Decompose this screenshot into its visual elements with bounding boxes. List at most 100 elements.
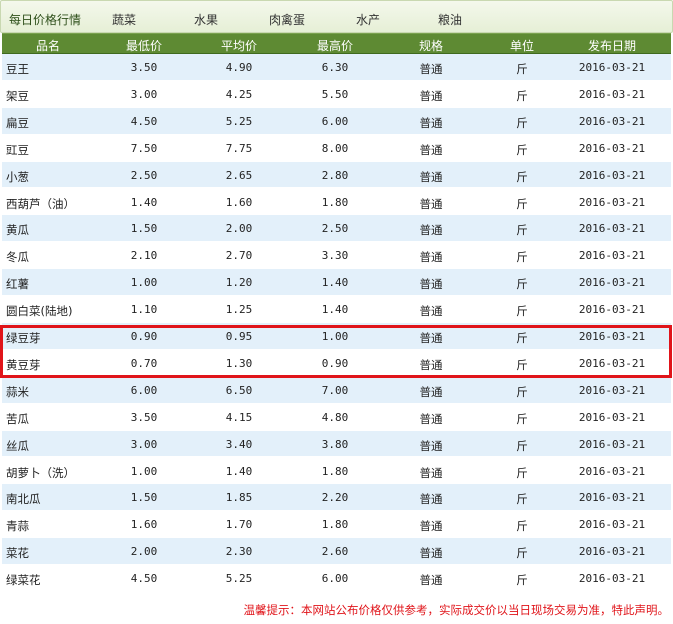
table-row[interactable]: 黄瓜 1.50 2.00 2.50 普通 斤 2016-03-21 — [2, 215, 671, 243]
cell-spec: 普通 — [419, 169, 443, 184]
cell-date: 2016-03-21 — [578, 356, 646, 370]
cell-max-price: 0.90 — [321, 356, 349, 370]
cell-max-price: 1.80 — [321, 195, 349, 209]
table-row[interactable]: 苦瓜 3.50 4.15 4.80 普通 斤 2016-03-21 — [2, 403, 671, 431]
cell-avg-price: 1.70 — [225, 518, 253, 532]
cell-unit: 斤 — [516, 62, 528, 76]
table-row[interactable]: 绿菜花 4.50 5.25 6.00 普通 斤 2016-03-21 — [2, 565, 671, 592]
table-row[interactable]: 豆王 3.50 4.90 6.30 普通 斤 2016-03-21 — [2, 54, 671, 81]
cell-date: 2016-03-21 — [578, 572, 646, 586]
cell-spec: 普通 — [419, 438, 443, 453]
table-row[interactable]: 架豆 3.00 4.25 5.50 普通 斤 2016-03-21 — [2, 80, 671, 108]
cell-max-price: 1.40 — [321, 303, 349, 317]
cell-unit: 斤 — [516, 546, 528, 561]
cell-min-price: 1.60 — [130, 518, 158, 532]
cell-spec: 普通 — [419, 196, 443, 211]
cell-date: 2016-03-21 — [578, 303, 646, 317]
cell-max-price: 2.50 — [321, 222, 349, 236]
table-row[interactable]: 圆白菜(陆地) 1.10 1.25 1.40 普通 斤 2016-03-21 — [2, 296, 671, 323]
cell-avg-price: 2.65 — [225, 168, 253, 182]
cell-spec: 普通 — [419, 492, 443, 507]
cell-max-price: 3.80 — [321, 437, 349, 451]
table-row[interactable]: 冬瓜 2.10 2.70 3.30 普通 斤 2016-03-21 — [2, 242, 671, 270]
cell-date: 2016-03-21 — [578, 276, 646, 290]
cell-min-price: 3.50 — [130, 61, 158, 74]
cell-date: 2016-03-21 — [578, 222, 646, 236]
table-row[interactable]: 红薯 1.00 1.20 1.40 普通 斤 2016-03-21 — [2, 269, 671, 297]
cell-min-price: 4.50 — [130, 572, 158, 586]
cell-min-price: 1.50 — [130, 491, 158, 505]
cell-min-price: 2.00 — [130, 545, 158, 559]
cell-product-name: 黄豆芽 — [6, 357, 41, 372]
cell-unit: 斤 — [516, 384, 528, 399]
cell-avg-price: 4.15 — [225, 410, 253, 424]
table-row[interactable]: 黄豆芽 0.70 1.30 0.90 普通 斤 2016-03-21 — [2, 349, 671, 377]
cell-spec: 普通 — [419, 250, 443, 265]
cell-avg-price: 1.60 — [225, 195, 253, 209]
cell-unit: 斤 — [516, 492, 528, 507]
table-row[interactable]: 丝瓜 3.00 3.40 3.80 普通 斤 2016-03-21 — [2, 430, 671, 458]
cell-date: 2016-03-21 — [578, 437, 646, 451]
cell-spec: 普通 — [419, 573, 443, 588]
table-row[interactable]: 西葫芦（油） 1.40 1.60 1.80 普通 斤 2016-03-21 — [2, 188, 671, 216]
table-row[interactable]: 扁豆 4.50 5.25 6.00 普通 斤 2016-03-21 — [2, 107, 671, 135]
table-row[interactable]: 蒜米 6.00 6.50 7.00 普通 斤 2016-03-21 — [2, 376, 671, 404]
cell-spec: 普通 — [419, 411, 443, 426]
cell-product-name: 小葱 — [6, 169, 29, 184]
table-row[interactable]: 胡萝卜（洗） 1.00 1.40 1.80 普通 斤 2016-03-21 — [2, 457, 671, 485]
nav-tab-grain-oil[interactable]: 粮油 — [438, 11, 462, 28]
table-row[interactable]: 小葱 2.50 2.65 2.80 普通 斤 2016-03-21 — [2, 161, 671, 189]
table-row[interactable]: 豇豆 7.50 7.75 8.00 普通 斤 2016-03-21 — [2, 134, 671, 162]
table-header: 品名 最低价 平均价 最高价 规格 单位 发布日期 — [2, 33, 671, 54]
cell-avg-price: 1.85 — [225, 491, 253, 505]
cell-avg-price: 1.40 — [225, 464, 253, 478]
header-spec: 规格 — [418, 39, 444, 53]
cell-min-price: 7.50 — [130, 141, 158, 155]
cell-min-price: 0.90 — [130, 330, 158, 343]
cell-product-name: 豆王 — [6, 62, 29, 76]
cell-min-price: 3.50 — [130, 410, 158, 424]
cell-min-price: 3.00 — [130, 437, 158, 451]
header-min-price: 最低价 — [125, 39, 163, 53]
cell-avg-price: 6.50 — [225, 383, 253, 397]
cell-min-price: 3.00 — [130, 87, 158, 101]
cell-spec: 普通 — [419, 357, 443, 372]
cell-spec: 普通 — [419, 304, 443, 319]
cell-product-name: 蒜米 — [6, 384, 29, 399]
cell-spec: 普通 — [419, 223, 443, 238]
header-avg-price: 平均价 — [220, 39, 258, 53]
cell-unit: 斤 — [516, 250, 528, 265]
nav-tab-vegetables[interactable]: 蔬菜 — [112, 11, 136, 28]
cell-max-price: 1.80 — [321, 464, 349, 478]
cell-avg-price: 4.25 — [225, 87, 253, 101]
cell-product-name: 绿菜花 — [6, 573, 41, 588]
cell-date: 2016-03-21 — [578, 61, 646, 74]
cell-spec: 普通 — [419, 384, 443, 399]
header-max-price: 最高价 — [316, 39, 354, 53]
cell-spec: 普通 — [419, 277, 443, 292]
cell-unit: 斤 — [516, 304, 528, 319]
cell-spec: 普通 — [419, 142, 443, 157]
cell-avg-price: 2.70 — [225, 249, 253, 263]
table-row[interactable]: 青蒜 1.60 1.70 1.80 普通 斤 2016-03-21 — [2, 511, 671, 539]
table-row[interactable]: 菜花 2.00 2.30 2.60 普通 斤 2016-03-21 — [2, 538, 671, 566]
cell-avg-price: 3.40 — [225, 437, 253, 451]
cell-max-price: 8.00 — [321, 141, 349, 155]
cell-date: 2016-03-21 — [578, 168, 646, 182]
nav-tab-fruits[interactable]: 水果 — [194, 11, 218, 28]
cell-product-name: 架豆 — [6, 88, 29, 103]
cell-avg-price: 1.30 — [225, 356, 253, 370]
cell-min-price: 0.70 — [130, 356, 158, 370]
cell-avg-price: 1.20 — [225, 276, 253, 290]
cell-date: 2016-03-21 — [578, 383, 646, 397]
cell-spec: 普通 — [419, 519, 443, 534]
cell-unit: 斤 — [516, 115, 528, 130]
table-row[interactable]: 绿豆芽 0.90 0.95 1.00 普通 斤 2016-03-21 — [2, 323, 671, 350]
cell-date: 2016-03-21 — [578, 141, 646, 155]
nav-tab-meat-poultry-eggs[interactable]: 肉禽蛋 — [269, 11, 305, 28]
nav-tab-aquatic[interactable]: 水产 — [356, 11, 380, 28]
cell-avg-price: 2.30 — [225, 545, 253, 559]
disclaimer-note: 温馨提示：本网站公布价格仅供参考，实际成交价以当日现场交易为准，特此声明。 — [243, 603, 670, 617]
table-row[interactable]: 南北瓜 1.50 1.85 2.20 普通 斤 2016-03-21 — [2, 484, 671, 512]
cell-product-name: 丝瓜 — [6, 438, 29, 453]
